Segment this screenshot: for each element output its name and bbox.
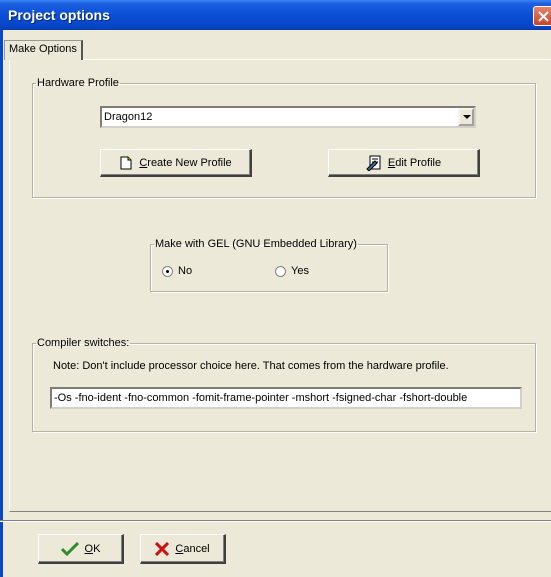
create-new-profile-button[interactable]: Create New Profile bbox=[100, 149, 252, 177]
ok-button[interactable]: OK bbox=[38, 534, 124, 564]
hardware-profile-label: Hardware Profile bbox=[37, 77, 119, 89]
x-icon bbox=[155, 541, 170, 556]
new-document-icon bbox=[120, 156, 132, 169]
radio-no-label: No bbox=[178, 265, 193, 277]
compiler-note: Note: Don't include processor choice her… bbox=[53, 360, 449, 372]
chevron-down-icon bbox=[463, 115, 471, 119]
hardware-profile-value: Dragon12 bbox=[104, 111, 153, 123]
footer-separator bbox=[0, 520, 551, 522]
radio-yes[interactable]: Yes bbox=[275, 265, 309, 277]
edit-profile-button[interactable]: Edit Profile bbox=[328, 149, 480, 177]
window-frame bbox=[0, 30, 3, 577]
ok-label: OK bbox=[84, 542, 101, 555]
gel-group-label: Make with GEL (GNU Embedded Library) bbox=[155, 238, 357, 250]
compiler-switches-input[interactable]: -Os -fno-ident -fno-common -fomit-frame-… bbox=[50, 387, 522, 409]
hardware-profile-group: Hardware Profile bbox=[32, 77, 536, 198]
compiler-switches-group: Compiler switches: bbox=[32, 337, 536, 432]
radio-yes-indicator bbox=[275, 265, 286, 277]
compiler-switches-label: Compiler switches: bbox=[37, 337, 130, 349]
cancel-label: Cancel bbox=[175, 542, 210, 555]
title-bar: Project options bbox=[0, 0, 551, 30]
dropdown-button[interactable] bbox=[458, 108, 474, 126]
window-title: Project options bbox=[8, 7, 110, 23]
tab-label: Make Options bbox=[9, 43, 77, 55]
close-button[interactable] bbox=[533, 6, 551, 26]
radio-no-indicator bbox=[162, 265, 173, 277]
hardware-profile-select[interactable]: Dragon12 bbox=[100, 106, 476, 128]
radio-no[interactable]: No bbox=[162, 265, 192, 277]
tab-make-options[interactable]: Make Options bbox=[4, 40, 83, 60]
radio-yes-label: Yes bbox=[291, 265, 309, 277]
create-new-profile-label: Create New Profile bbox=[139, 156, 232, 169]
check-icon bbox=[60, 541, 79, 556]
close-icon bbox=[538, 11, 549, 22]
cancel-button[interactable]: Cancel bbox=[140, 534, 226, 564]
edit-document-icon bbox=[366, 155, 381, 171]
edit-profile-label: Edit Profile bbox=[387, 156, 442, 169]
